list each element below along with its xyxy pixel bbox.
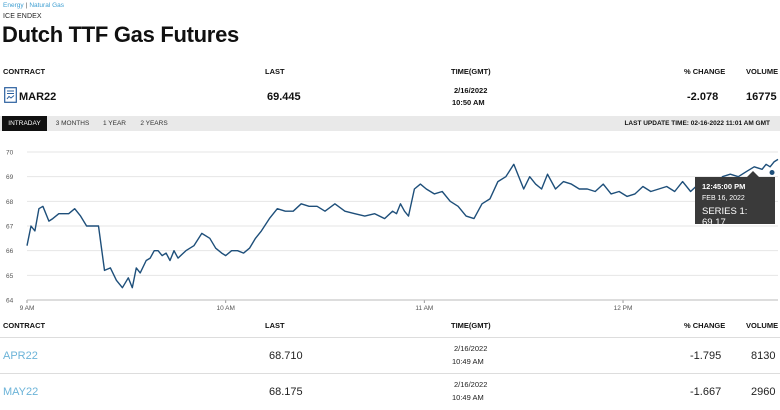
main-last-price: 69.445 <box>267 91 301 103</box>
breadcrumb-item-energy[interactable]: Energy <box>3 2 24 9</box>
y-tick-label: 70 <box>6 150 14 157</box>
series-line <box>26 158 779 289</box>
header-last: LAST <box>265 321 285 330</box>
tab-intraday[interactable]: INTRADAY <box>2 116 47 131</box>
header-change: % CHANGE <box>684 321 726 330</box>
header-contract: CONTRACT <box>3 67 46 76</box>
y-tick-label: 65 <box>6 273 14 280</box>
intraday-price-chart[interactable]: 64 65 66 67 68 69 70 9 AM 10 AM 11 AM 12 PM <box>0 140 780 315</box>
x-tick-label: 9 AM <box>20 305 35 312</box>
page-title: Dutch TTF Gas Futures <box>2 22 239 47</box>
chart-range-tabbar: INTRADAY 3 MONTHS 1 YEAR 2 YEARS LAST UP… <box>0 116 780 131</box>
row-change: -1.667 <box>690 386 722 398</box>
chart-tooltip: 12:45:00 PM FEB 16, 2022 SERIES 1: 69.17 <box>695 171 775 228</box>
tooltip-time: 12:45:00 PM <box>702 182 746 191</box>
y-tick-label: 69 <box>6 174 14 181</box>
header-volume: VOLUME <box>746 321 779 330</box>
y-tick-label: 64 <box>6 298 14 305</box>
header-last: LAST <box>265 67 285 76</box>
header-contract: CONTRACT <box>3 321 46 330</box>
exchange-label: ICE ENDEX <box>3 13 42 20</box>
x-tick-label: 11 AM <box>415 305 433 312</box>
row-volume: 2960 <box>751 386 776 398</box>
main-change: -2.078 <box>687 91 719 103</box>
contract-link-may22[interactable]: MAY22 <box>3 386 38 398</box>
row-volume: 8130 <box>751 350 776 362</box>
tooltip-date: FEB 16, 2022 <box>702 195 745 202</box>
row-time: 10:49 AM <box>452 393 484 402</box>
document-chart-icon <box>4 87 17 103</box>
last-update-time: LAST UPDATE TIME: 02-16-2022 11:01 AM GM… <box>624 120 770 127</box>
row-date: 2/16/2022 <box>454 380 488 389</box>
row-date: 2/16/2022 <box>454 344 488 353</box>
breadcrumb: Energy | Natural Gas <box>3 2 64 9</box>
tab-3-months[interactable]: 3 MONTHS <box>50 116 95 131</box>
breadcrumb-separator: | <box>25 2 28 9</box>
x-tick-label: 12 PM <box>614 305 633 312</box>
breadcrumb-item-natural-gas[interactable]: Natural Gas <box>29 2 64 9</box>
row-last: 68.710 <box>269 350 303 362</box>
main-date: 2/16/2022 <box>454 86 488 95</box>
y-tick-label: 67 <box>6 224 14 231</box>
tab-2-years[interactable]: 2 YEARS <box>134 116 174 131</box>
y-tick-label: 66 <box>6 248 14 255</box>
header-time: TIME(GMT) <box>451 321 491 330</box>
table-row: MAY22 68.175 2/16/2022 10:49 AM -1.667 2… <box>0 373 780 409</box>
header-time: TIME(GMT) <box>451 67 491 76</box>
tooltip-series-value: SERIES 1: 69.17 <box>702 206 748 228</box>
y-tick-label: 68 <box>6 199 14 206</box>
header-change: % CHANGE <box>684 67 726 76</box>
main-volume: 16775 <box>746 91 777 103</box>
table-row: APR22 68.710 2/16/2022 10:49 AM -1.795 8… <box>0 337 780 373</box>
main-time: 10:50 AM <box>452 98 485 107</box>
main-contract-name: MAR22 <box>19 91 57 103</box>
hover-marker <box>769 169 775 175</box>
row-change: -1.795 <box>690 350 722 362</box>
header-volume: VOLUME <box>746 67 779 76</box>
tab-1-year[interactable]: 1 YEAR <box>97 116 132 131</box>
contract-link-apr22[interactable]: APR22 <box>3 350 38 362</box>
row-time: 10:49 AM <box>452 357 484 366</box>
row-last: 68.175 <box>269 386 303 398</box>
x-tick-label: 10 AM <box>216 305 234 312</box>
